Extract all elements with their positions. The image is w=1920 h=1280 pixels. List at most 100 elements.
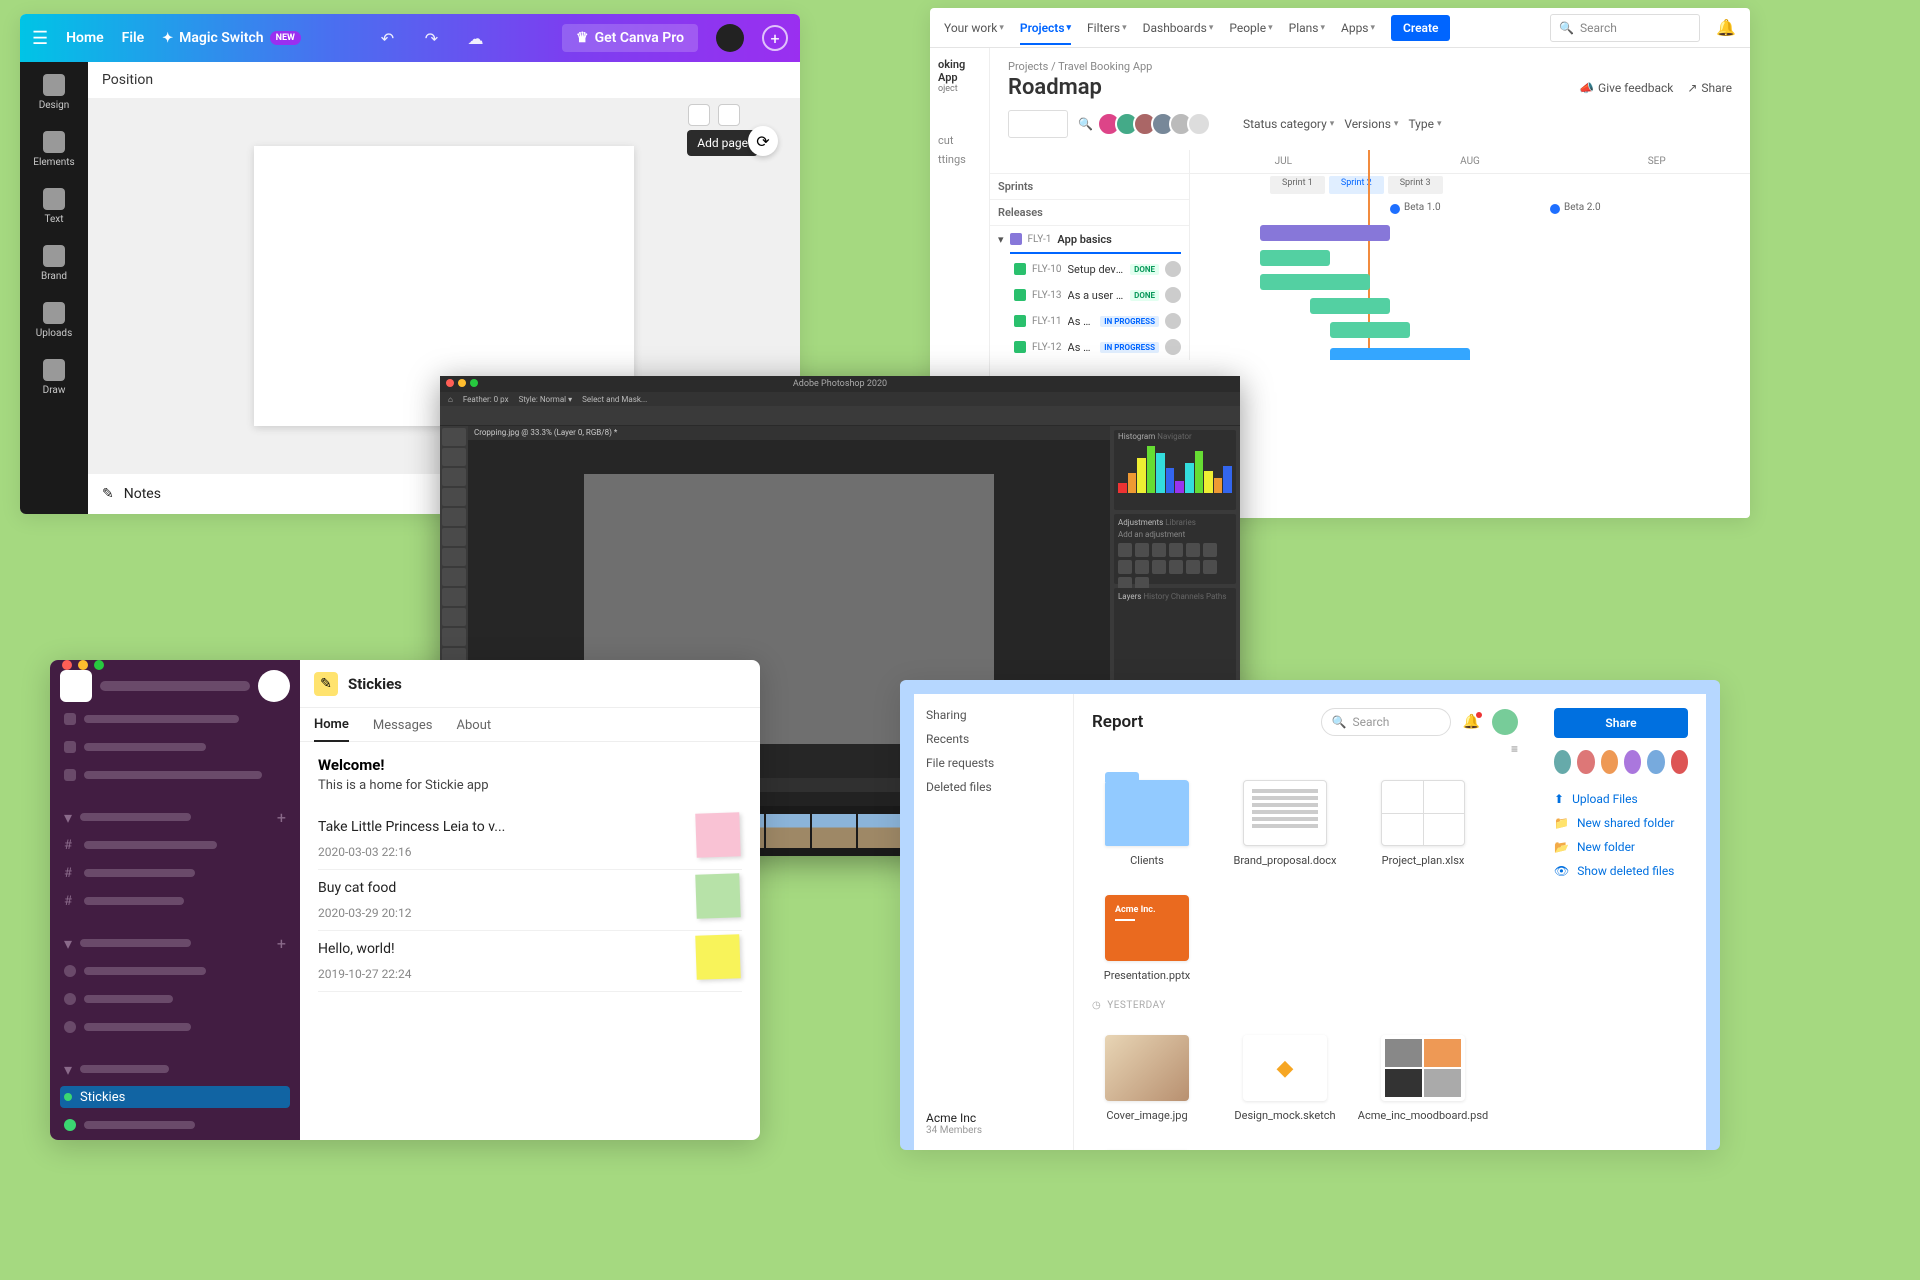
channel-item[interactable]: #	[60, 862, 290, 884]
epic-bar[interactable]	[1260, 225, 1390, 241]
add-icon[interactable]: +	[277, 808, 286, 827]
file-item[interactable]: ◆Design_mock.sketch	[1230, 1035, 1340, 1122]
nav-apps[interactable]: Apps▾	[1341, 21, 1375, 35]
add-page-icon[interactable]	[718, 104, 740, 126]
assignee-avatar[interactable]	[1165, 287, 1181, 303]
file-item[interactable]: Clients	[1092, 780, 1202, 867]
sprint-3[interactable]: Sprint 3	[1388, 176, 1443, 194]
channel-item[interactable]: #	[60, 890, 290, 912]
section-apps[interactable]: ▾	[60, 1058, 290, 1080]
add-page-fab[interactable]: ⟳	[748, 126, 778, 156]
workspace-icon[interactable]	[60, 670, 92, 702]
move-tool-icon[interactable]	[442, 428, 466, 446]
crop-tool-icon[interactable]	[442, 508, 466, 526]
share-plus-button[interactable]: +	[762, 25, 788, 51]
nav-plans[interactable]: Plans▾	[1289, 21, 1325, 35]
link-new-folder[interactable]: 📂New folder	[1554, 840, 1688, 854]
issue-row[interactable]: FLY-12 As a use... IN PROGRESS	[990, 334, 1189, 360]
breadcrumb-projects[interactable]: Projects	[1008, 60, 1048, 73]
brush-tool-icon[interactable]	[442, 568, 466, 586]
file-item[interactable]: Brand_proposal.docx	[1230, 780, 1340, 867]
nav-item[interactable]	[60, 708, 290, 730]
channel-item[interactable]: #	[60, 834, 290, 856]
roadmap-search[interactable]	[1008, 110, 1068, 138]
sprint-2[interactable]: Sprint 2	[1329, 176, 1384, 194]
lasso-tool-icon[interactable]	[442, 468, 466, 486]
gradient-tool-icon[interactable]	[442, 628, 466, 646]
team-selector[interactable]: Acme Inc 34 Members	[926, 1111, 1061, 1136]
get-pro-button[interactable]: ♛ Get Canva Pro	[562, 24, 698, 52]
add-icon[interactable]: +	[277, 934, 286, 953]
avatar[interactable]	[716, 24, 744, 52]
issue-bar-4[interactable]	[1330, 322, 1410, 338]
assignee-avatars[interactable]	[1103, 112, 1211, 136]
tab-messages[interactable]: Messages	[373, 718, 433, 741]
issue-row[interactable]: FLY-10 Setup dev and ... DONE	[990, 256, 1189, 282]
filter-status[interactable]: Status category ▾	[1243, 117, 1334, 131]
eyedropper-tool-icon[interactable]	[442, 528, 466, 546]
notifications-icon[interactable]: 🔔	[1716, 18, 1736, 37]
dm-item[interactable]	[60, 988, 290, 1010]
redo-icon[interactable]: ↷	[418, 29, 444, 48]
home-icon[interactable]: ⌂	[448, 395, 453, 404]
tool-draw[interactable]: Draw	[20, 359, 88, 396]
dm-item[interactable]	[60, 960, 290, 982]
adjustments-panel[interactable]: Adjustments Libraries Add an adjustment	[1114, 514, 1236, 584]
issue-row[interactable]: FLY-13 As a user I can ... DONE	[990, 282, 1189, 308]
dm-item[interactable]	[60, 1016, 290, 1038]
tool-text[interactable]: Text	[20, 188, 88, 225]
section-header[interactable]: ▾+	[60, 806, 290, 828]
eraser-tool-icon[interactable]	[442, 608, 466, 626]
side-requests[interactable]: File requests	[926, 756, 1061, 770]
assignee-avatar[interactable]	[1165, 339, 1181, 355]
undo-icon[interactable]: ↶	[374, 29, 400, 48]
link-show-deleted[interactable]: 👁Show deleted files	[1554, 864, 1688, 878]
tool-uploads[interactable]: Uploads	[20, 302, 88, 339]
tool-brand[interactable]: Brand	[20, 245, 88, 282]
breadcrumb-app[interactable]: Travel Booking App	[1058, 60, 1152, 73]
position-bar[interactable]: Position	[88, 62, 800, 98]
sprint-1[interactable]: Sprint 1	[1270, 176, 1325, 194]
compose-button[interactable]	[258, 670, 290, 702]
assignee-avatar[interactable]	[1165, 261, 1181, 277]
heal-tool-icon[interactable]	[442, 548, 466, 566]
note-item[interactable]: Take Little Princess Leia to v... 2020-0…	[318, 809, 742, 870]
issue-row[interactable]: FLY-11 As a user... IN PROGRESS	[990, 308, 1189, 334]
nav-your-work[interactable]: Your work▾	[944, 21, 1004, 35]
release-dot-2[interactable]	[1550, 204, 1560, 214]
search-input[interactable]: 🔍Search	[1550, 14, 1700, 42]
note-item[interactable]: Hello, world! 2019-10-27 22:24	[318, 931, 742, 992]
marquee-tool-icon[interactable]	[442, 448, 466, 466]
search-icon[interactable]: 🔍	[1078, 117, 1093, 131]
file-item[interactable]: Project_plan.xlsx	[1368, 780, 1478, 867]
note-item[interactable]: Buy cat food 2020-03-29 20:12	[318, 870, 742, 931]
nav-people[interactable]: People▾	[1229, 21, 1272, 35]
filter-type[interactable]: Type ▾	[1408, 117, 1441, 131]
tool-elements[interactable]: Elements	[20, 131, 88, 168]
duplicate-page-icon[interactable]	[688, 104, 710, 126]
wand-tool-icon[interactable]	[442, 488, 466, 506]
tab-about[interactable]: About	[457, 718, 492, 741]
file-item[interactable]: Acme_inc_moodboard.psd	[1368, 1035, 1478, 1122]
nav-home[interactable]: Home	[66, 30, 104, 46]
link-shared-folder[interactable]: 📁New shared folder	[1554, 816, 1688, 830]
view-toggle[interactable]: ≡	[1092, 742, 1518, 756]
tab-home[interactable]: Home	[314, 717, 349, 742]
file-item[interactable]: Acme Inc.Presentation.pptx	[1092, 895, 1202, 982]
link-upload[interactable]: ⬆Upload Files	[1554, 792, 1688, 806]
file-item[interactable]: Cover_image.jpg	[1092, 1035, 1202, 1122]
issue-bar-2[interactable]	[1260, 274, 1370, 290]
filter-versions[interactable]: Versions ▾	[1344, 117, 1398, 131]
nav-file[interactable]: File	[122, 30, 145, 46]
menu-icon[interactable]: ☰	[32, 28, 48, 49]
nav-item[interactable]	[60, 764, 290, 786]
section-header[interactable]: ▾+	[60, 932, 290, 954]
magic-switch[interactable]: ✦ Magic Switch NEW	[162, 30, 301, 46]
side-deleted[interactable]: Deleted files	[926, 780, 1061, 794]
side-recents[interactable]: Recents	[926, 732, 1061, 746]
issue-bar-1[interactable]	[1260, 250, 1330, 266]
profile-avatar[interactable]	[1492, 709, 1518, 735]
document-tab[interactable]: Cropping.jpg @ 33.3% (Layer 0, RGB/8) *	[468, 426, 1110, 440]
notifications-icon[interactable]: 🔔	[1463, 714, 1480, 730]
epic-row[interactable]: ▾ FLY-1 App basics	[990, 226, 1189, 252]
